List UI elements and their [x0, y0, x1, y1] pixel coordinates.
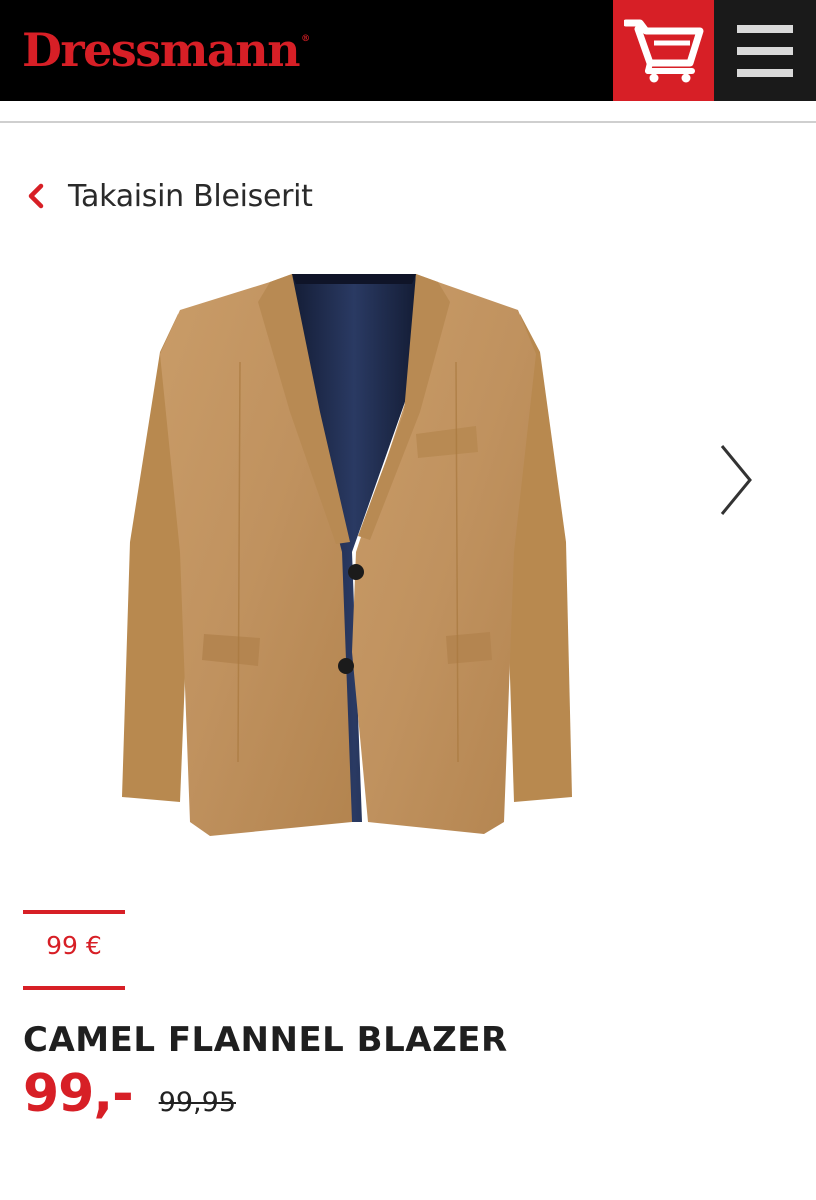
price-badge-bottom-rule [23, 986, 125, 990]
site-header: Dressmann ® [0, 0, 816, 101]
menu-button[interactable] [714, 0, 816, 101]
current-price: 99,- [23, 1064, 134, 1124]
price-row: 99,- 99,95 [23, 1064, 236, 1124]
header-divider [0, 121, 816, 123]
cart-button[interactable] [613, 0, 714, 101]
chevron-left-icon [26, 176, 50, 216]
price-badge-top-rule [23, 910, 125, 914]
chevron-right-icon [720, 445, 752, 515]
original-price: 99,95 [158, 1087, 236, 1118]
back-link-label: Takaisin Bleiserit [68, 178, 313, 214]
product-image[interactable] [120, 262, 576, 846]
product-title: CAMEL FLANNEL BLAZER [23, 1020, 508, 1060]
dressmann-logo[interactable]: Dressmann ® [22, 20, 310, 80]
shopping-cart-icon [623, 19, 703, 82]
back-to-category-link[interactable]: Takaisin Bleiserit [26, 176, 313, 216]
price-badge: 99 € [46, 931, 102, 960]
next-image-button[interactable] [712, 440, 756, 520]
logo-text: Dressmann [22, 23, 301, 77]
registered-mark: ® [301, 34, 311, 44]
hamburger-menu-icon [737, 24, 793, 77]
